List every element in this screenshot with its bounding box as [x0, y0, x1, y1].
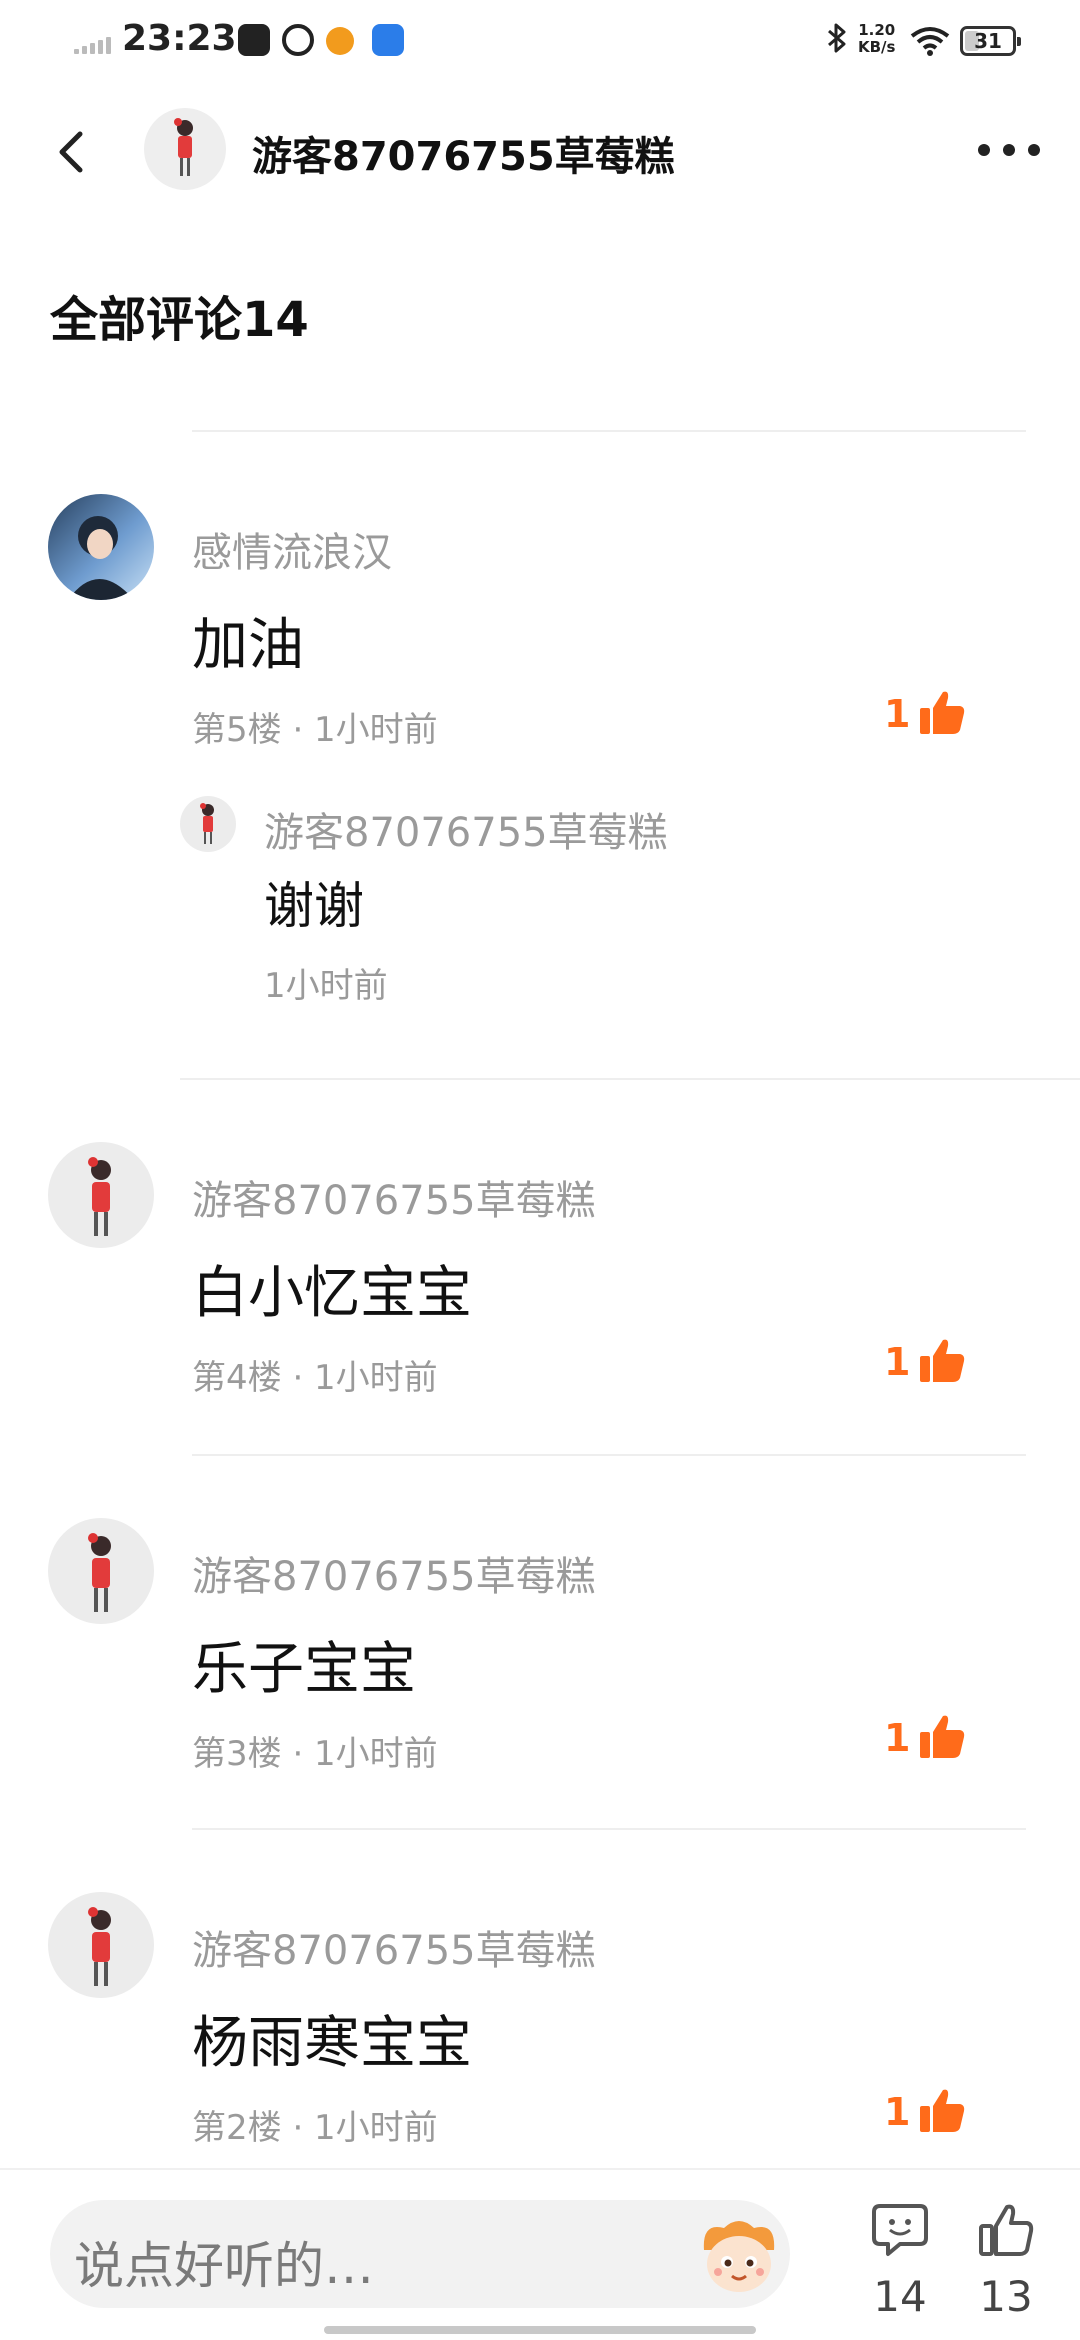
comment-author[interactable]: 游客87076755草莓糕: [192, 1168, 596, 1226]
like-post-button[interactable]: 13: [966, 2200, 1046, 2330]
reply-avatar[interactable]: [180, 796, 236, 852]
like-button[interactable]: 1: [880, 2084, 1000, 2144]
messenger-app-icon: [238, 24, 270, 56]
wifi-icon: [910, 26, 950, 60]
avatar-figure-icon: [174, 118, 193, 176]
avatar-figure-icon: [88, 1907, 111, 1986]
avatar[interactable]: [48, 1142, 154, 1248]
like-count: 1: [884, 1340, 911, 1384]
comment-meta: 第2楼 · 1小时前: [192, 2108, 438, 2148]
section-title: 全部评论14: [50, 292, 309, 348]
comment-author[interactable]: 感情流浪汉: [192, 520, 392, 578]
comment-count: 14: [873, 2272, 927, 2321]
avatar[interactable]: [48, 1518, 154, 1624]
divider: [192, 1828, 1026, 1830]
more-options-button[interactable]: [974, 134, 1044, 164]
like-button[interactable]: 1: [880, 1334, 1000, 1394]
header-avatar[interactable]: [144, 108, 226, 190]
thumbs-up-icon: [920, 691, 965, 734]
comments-button[interactable]: 14: [860, 2200, 940, 2330]
home-indicator[interactable]: [324, 2326, 756, 2334]
avatar[interactable]: [48, 1892, 154, 1998]
app-store-icon: [372, 24, 404, 56]
comment-author[interactable]: 游客87076755草莓糕: [192, 1544, 596, 1602]
signal-icon: [74, 36, 112, 54]
comment-meta: 第4楼 · 1小时前: [192, 1358, 438, 1398]
comment-text[interactable]: 白小忆宝宝: [192, 1248, 472, 1329]
comment-input[interactable]: 说点好听的…: [50, 2200, 790, 2308]
back-button[interactable]: [44, 122, 104, 182]
comment-bubble-icon: [872, 2204, 928, 2256]
qq-browser-app-icon: [282, 24, 314, 56]
bluetooth-icon: [826, 22, 848, 62]
bottom-action-bar: 说点好听的… 14 13: [0, 2168, 1080, 2340]
avatar-figure-icon: [88, 1533, 111, 1612]
battery-icon: 31: [960, 26, 1021, 56]
thumbs-up-icon: [920, 2089, 965, 2132]
like-count: 13: [979, 2272, 1033, 2321]
divider: [192, 1454, 1026, 1456]
like-count: 1: [884, 2090, 911, 2134]
comment-meta: 第3楼 · 1小时前: [192, 1734, 438, 1774]
avatar[interactable]: [48, 494, 154, 600]
status-bar: 23:23 1.20 KB/s 31: [0, 0, 1080, 84]
comment-text[interactable]: 加油: [192, 600, 304, 681]
like-button[interactable]: 1: [880, 1710, 1000, 1770]
thumbs-up-outline-icon: [979, 2204, 1034, 2256]
page-title: 游客87076755草莓糕: [252, 134, 675, 180]
comment-meta: 第5楼 · 1小时前: [192, 710, 438, 750]
avatar-figure-icon: [88, 1157, 111, 1236]
thumbs-up-icon: [920, 1715, 965, 1758]
comment-text[interactable]: 乐子宝宝: [192, 1624, 416, 1705]
thumbs-up-icon: [920, 1339, 965, 1382]
top-nav-bar: 游客87076755草莓糕: [0, 90, 1080, 220]
emoji-mascot-icon[interactable]: [694, 2210, 784, 2300]
like-count: 1: [884, 1716, 911, 1760]
like-button[interactable]: 1: [880, 686, 1000, 746]
reply-author[interactable]: 游客87076755草莓糕: [264, 800, 668, 858]
avatar-figure-icon: [200, 803, 214, 844]
reply-meta: 1小时前: [264, 966, 388, 1006]
status-time: 23:23: [122, 18, 237, 59]
like-count: 1: [884, 692, 911, 736]
avatar-anime-boy-icon: [68, 516, 134, 600]
divider: [180, 1078, 1080, 1080]
chevron-left-icon: [59, 131, 83, 173]
comment-author[interactable]: 游客87076755草莓糕: [192, 1918, 596, 1976]
reply-text[interactable]: 谢谢: [264, 866, 364, 938]
comment-text[interactable]: 杨雨寒宝宝: [192, 1998, 472, 2079]
network-speed: 1.20 KB/s: [858, 21, 896, 56]
weibo-app-icon: [326, 27, 354, 55]
input-placeholder: 说点好听的…: [74, 2237, 374, 2295]
divider: [192, 430, 1026, 432]
